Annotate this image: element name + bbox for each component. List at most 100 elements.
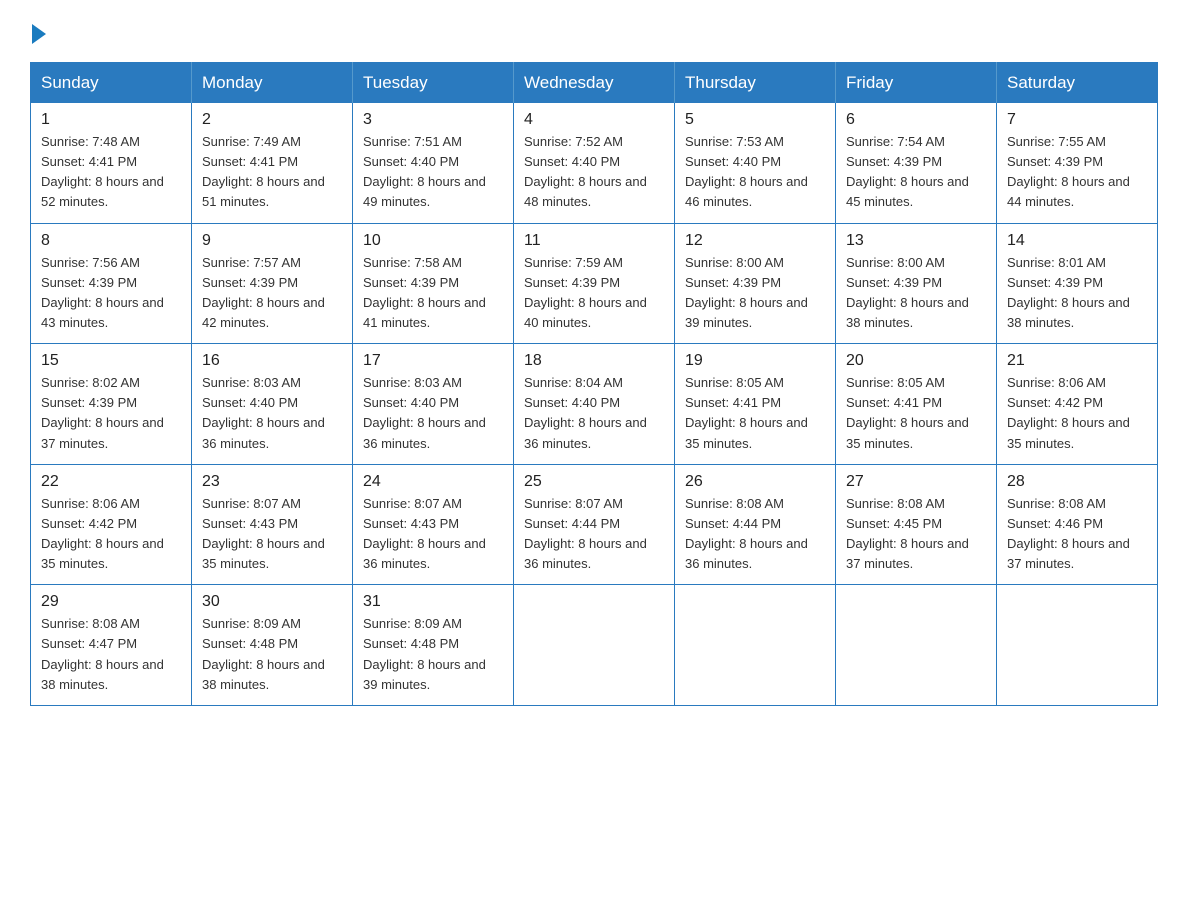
day-header-thursday: Thursday xyxy=(675,63,836,104)
day-number: 11 xyxy=(524,232,664,250)
day-info: Sunrise: 7:55 AMSunset: 4:39 PMDaylight:… xyxy=(1007,132,1147,213)
day-info: Sunrise: 8:08 AMSunset: 4:46 PMDaylight:… xyxy=(1007,494,1147,575)
calendar-cell: 7 Sunrise: 7:55 AMSunset: 4:39 PMDaylight… xyxy=(997,103,1158,223)
day-info: Sunrise: 8:08 AMSunset: 4:47 PMDaylight:… xyxy=(41,614,181,695)
day-number: 3 xyxy=(363,111,503,129)
day-info: Sunrise: 7:49 AMSunset: 4:41 PMDaylight:… xyxy=(202,132,342,213)
day-number: 23 xyxy=(202,473,342,491)
day-info: Sunrise: 8:03 AMSunset: 4:40 PMDaylight:… xyxy=(202,373,342,454)
calendar-cell: 10 Sunrise: 7:58 AMSunset: 4:39 PMDayligh… xyxy=(353,223,514,344)
day-number: 12 xyxy=(685,232,825,250)
calendar-week-row: 1 Sunrise: 7:48 AMSunset: 4:41 PMDaylight… xyxy=(31,103,1158,223)
calendar-cell: 25 Sunrise: 8:07 AMSunset: 4:44 PMDayligh… xyxy=(514,464,675,585)
calendar-week-row: 22 Sunrise: 8:06 AMSunset: 4:42 PMDayligh… xyxy=(31,464,1158,585)
calendar-cell xyxy=(997,585,1158,706)
day-header-friday: Friday xyxy=(836,63,997,104)
calendar-cell: 21 Sunrise: 8:06 AMSunset: 4:42 PMDayligh… xyxy=(997,344,1158,465)
calendar-cell: 29 Sunrise: 8:08 AMSunset: 4:47 PMDayligh… xyxy=(31,585,192,706)
calendar-cell: 28 Sunrise: 8:08 AMSunset: 4:46 PMDayligh… xyxy=(997,464,1158,585)
day-header-wednesday: Wednesday xyxy=(514,63,675,104)
calendar-cell: 11 Sunrise: 7:59 AMSunset: 4:39 PMDayligh… xyxy=(514,223,675,344)
calendar-cell: 13Sunrise: 8:00 AMSunset: 4:39 PMDayligh… xyxy=(836,223,997,344)
day-number: 30 xyxy=(202,593,342,611)
day-number: 7 xyxy=(1007,111,1147,129)
day-number: 4 xyxy=(524,111,664,129)
calendar-cell: 15Sunrise: 8:02 AMSunset: 4:39 PMDayligh… xyxy=(31,344,192,465)
day-number: 8 xyxy=(41,232,181,250)
calendar-cell xyxy=(514,585,675,706)
logo-arrow-icon xyxy=(32,24,46,44)
day-number: 6 xyxy=(846,111,986,129)
day-info: Sunrise: 8:04 AMSunset: 4:40 PMDaylight:… xyxy=(524,373,664,454)
day-info: Sunrise: 7:48 AMSunset: 4:41 PMDaylight:… xyxy=(41,132,181,213)
calendar-cell: 23 Sunrise: 8:07 AMSunset: 4:43 PMDayligh… xyxy=(192,464,353,585)
calendar-cell: 16 Sunrise: 8:03 AMSunset: 4:40 PMDayligh… xyxy=(192,344,353,465)
calendar-cell: 27Sunrise: 8:08 AMSunset: 4:45 PMDayligh… xyxy=(836,464,997,585)
day-number: 29 xyxy=(41,593,181,611)
day-info: Sunrise: 7:56 AMSunset: 4:39 PMDaylight:… xyxy=(41,253,181,334)
day-info: Sunrise: 8:03 AMSunset: 4:40 PMDaylight:… xyxy=(363,373,503,454)
day-info: Sunrise: 8:06 AMSunset: 4:42 PMDaylight:… xyxy=(1007,373,1147,454)
calendar-week-row: 29 Sunrise: 8:08 AMSunset: 4:47 PMDayligh… xyxy=(31,585,1158,706)
calendar-cell: 20 Sunrise: 8:05 AMSunset: 4:41 PMDayligh… xyxy=(836,344,997,465)
day-info: Sunrise: 8:08 AMSunset: 4:45 PMDaylight:… xyxy=(846,494,986,575)
day-number: 19 xyxy=(685,352,825,370)
day-info: Sunrise: 8:00 AMSunset: 4:39 PMDaylight:… xyxy=(846,253,986,334)
calendar-week-row: 15Sunrise: 8:02 AMSunset: 4:39 PMDayligh… xyxy=(31,344,1158,465)
day-number: 21 xyxy=(1007,352,1147,370)
day-header-sunday: Sunday xyxy=(31,63,192,104)
calendar-cell: 12Sunrise: 8:00 AMSunset: 4:39 PMDayligh… xyxy=(675,223,836,344)
calendar-cell: 26 Sunrise: 8:08 AMSunset: 4:44 PMDayligh… xyxy=(675,464,836,585)
calendar-cell: 5 Sunrise: 7:53 AMSunset: 4:40 PMDaylight… xyxy=(675,103,836,223)
calendar-table: SundayMondayTuesdayWednesdayThursdayFrid… xyxy=(30,62,1158,706)
day-info: Sunrise: 8:07 AMSunset: 4:43 PMDaylight:… xyxy=(363,494,503,575)
calendar-cell: 1 Sunrise: 7:48 AMSunset: 4:41 PMDaylight… xyxy=(31,103,192,223)
day-info: Sunrise: 8:08 AMSunset: 4:44 PMDaylight:… xyxy=(685,494,825,575)
calendar-cell: 19 Sunrise: 8:05 AMSunset: 4:41 PMDayligh… xyxy=(675,344,836,465)
day-number: 28 xyxy=(1007,473,1147,491)
day-info: Sunrise: 8:01 AMSunset: 4:39 PMDaylight:… xyxy=(1007,253,1147,334)
day-header-saturday: Saturday xyxy=(997,63,1158,104)
calendar-cell: 31 Sunrise: 8:09 AMSunset: 4:48 PMDayligh… xyxy=(353,585,514,706)
calendar-week-row: 8 Sunrise: 7:56 AMSunset: 4:39 PMDaylight… xyxy=(31,223,1158,344)
calendar-cell: 3 Sunrise: 7:51 AMSunset: 4:40 PMDaylight… xyxy=(353,103,514,223)
day-number: 1 xyxy=(41,111,181,129)
day-number: 26 xyxy=(685,473,825,491)
logo xyxy=(30,20,46,44)
day-info: Sunrise: 7:54 AMSunset: 4:39 PMDaylight:… xyxy=(846,132,986,213)
day-info: Sunrise: 7:57 AMSunset: 4:39 PMDaylight:… xyxy=(202,253,342,334)
day-number: 5 xyxy=(685,111,825,129)
day-number: 20 xyxy=(846,352,986,370)
day-info: Sunrise: 7:59 AMSunset: 4:39 PMDaylight:… xyxy=(524,253,664,334)
day-number: 10 xyxy=(363,232,503,250)
day-info: Sunrise: 7:58 AMSunset: 4:39 PMDaylight:… xyxy=(363,253,503,334)
calendar-cell: 8 Sunrise: 7:56 AMSunset: 4:39 PMDaylight… xyxy=(31,223,192,344)
day-number: 18 xyxy=(524,352,664,370)
calendar-cell: 6 Sunrise: 7:54 AMSunset: 4:39 PMDaylight… xyxy=(836,103,997,223)
day-info: Sunrise: 8:05 AMSunset: 4:41 PMDaylight:… xyxy=(846,373,986,454)
day-number: 16 xyxy=(202,352,342,370)
day-info: Sunrise: 7:53 AMSunset: 4:40 PMDaylight:… xyxy=(685,132,825,213)
day-number: 17 xyxy=(363,352,503,370)
day-info: Sunrise: 8:09 AMSunset: 4:48 PMDaylight:… xyxy=(363,614,503,695)
day-number: 9 xyxy=(202,232,342,250)
calendar-cell: 22 Sunrise: 8:06 AMSunset: 4:42 PMDayligh… xyxy=(31,464,192,585)
calendar-cell: 17 Sunrise: 8:03 AMSunset: 4:40 PMDayligh… xyxy=(353,344,514,465)
day-info: Sunrise: 8:06 AMSunset: 4:42 PMDaylight:… xyxy=(41,494,181,575)
day-info: Sunrise: 8:07 AMSunset: 4:43 PMDaylight:… xyxy=(202,494,342,575)
page-header xyxy=(30,20,1158,44)
day-number: 22 xyxy=(41,473,181,491)
day-number: 25 xyxy=(524,473,664,491)
calendar-cell xyxy=(836,585,997,706)
calendar-cell xyxy=(675,585,836,706)
day-number: 31 xyxy=(363,593,503,611)
day-info: Sunrise: 7:51 AMSunset: 4:40 PMDaylight:… xyxy=(363,132,503,213)
day-info: Sunrise: 8:05 AMSunset: 4:41 PMDaylight:… xyxy=(685,373,825,454)
calendar-cell: 2 Sunrise: 7:49 AMSunset: 4:41 PMDaylight… xyxy=(192,103,353,223)
calendar-cell: 24Sunrise: 8:07 AMSunset: 4:43 PMDayligh… xyxy=(353,464,514,585)
day-number: 2 xyxy=(202,111,342,129)
day-info: Sunrise: 8:07 AMSunset: 4:44 PMDaylight:… xyxy=(524,494,664,575)
calendar-cell: 18 Sunrise: 8:04 AMSunset: 4:40 PMDayligh… xyxy=(514,344,675,465)
days-header-row: SundayMondayTuesdayWednesdayThursdayFrid… xyxy=(31,63,1158,104)
day-number: 14 xyxy=(1007,232,1147,250)
